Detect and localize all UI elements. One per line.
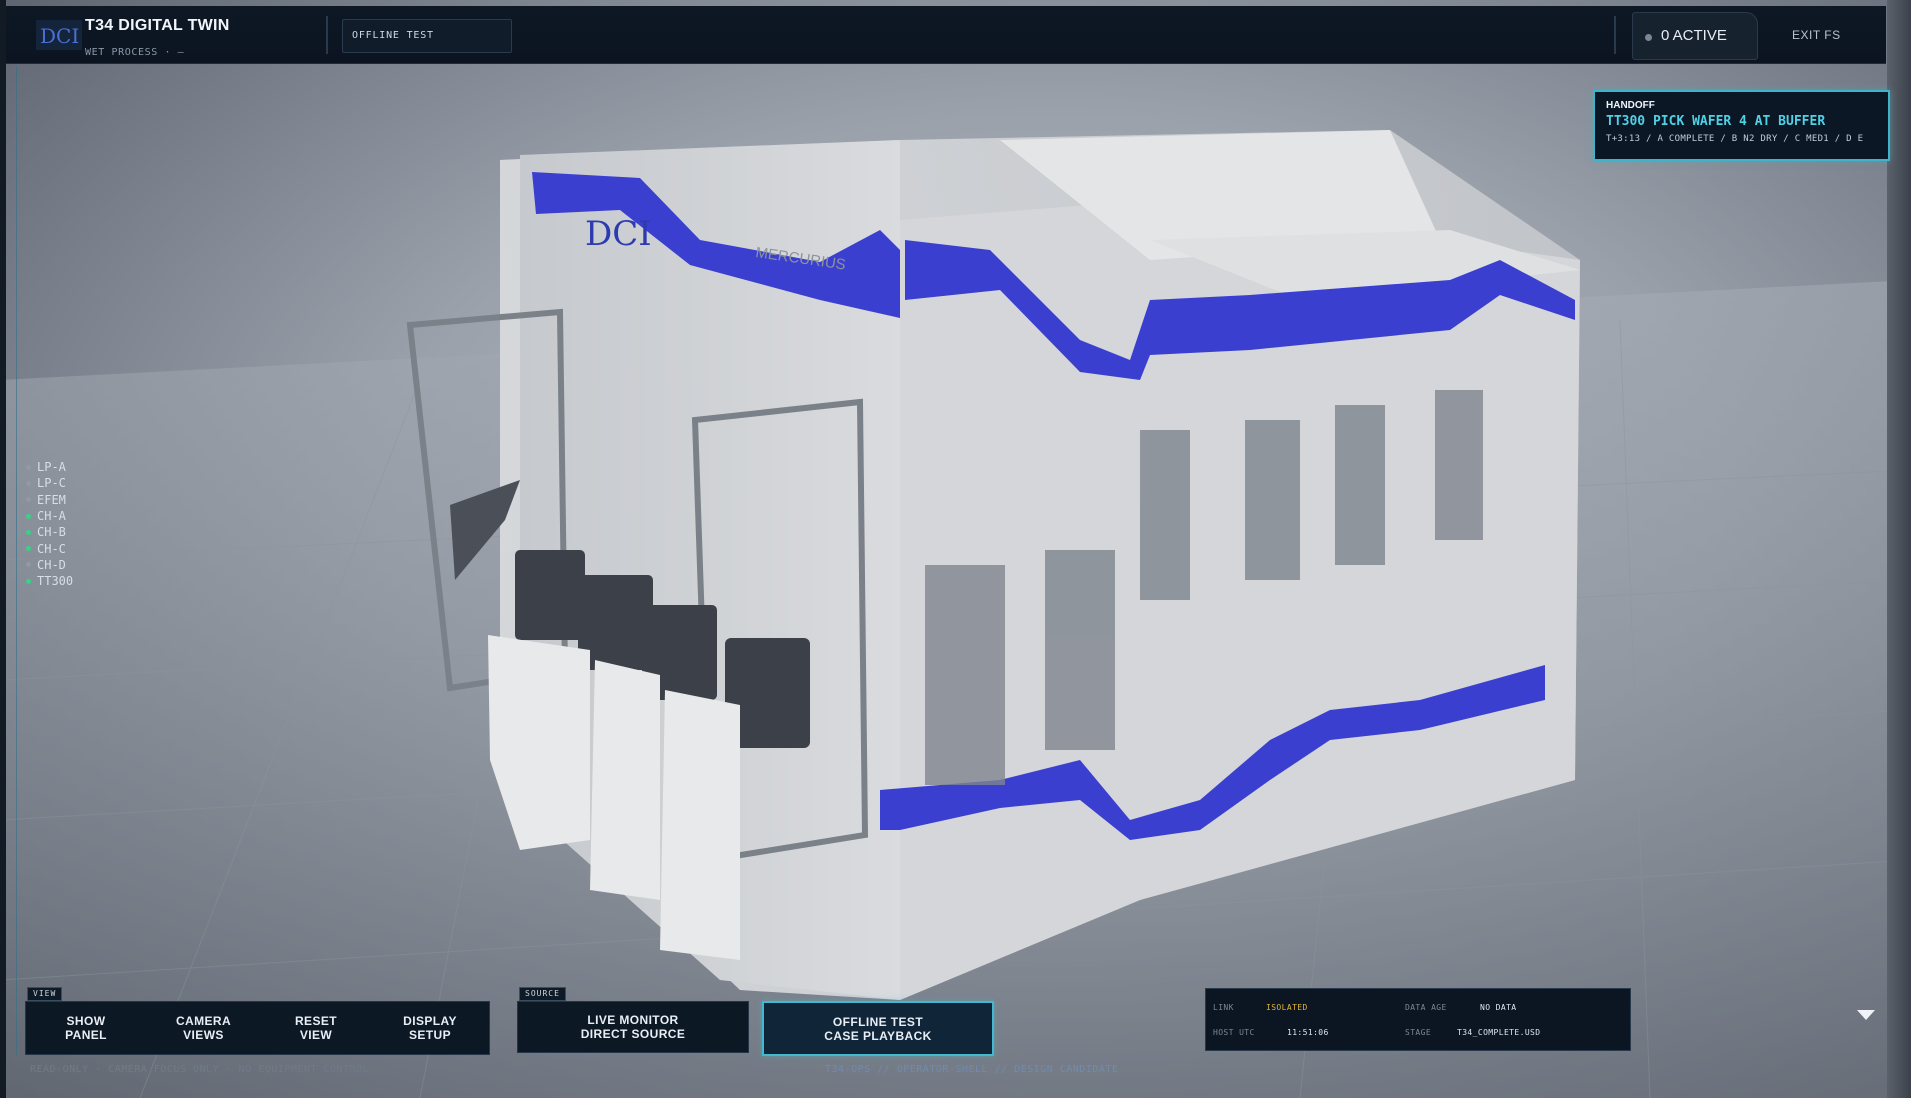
mode-indicator: OFFLINE TEST	[342, 19, 512, 53]
source-controls-group: LIVE MONITOR DIRECT SOURCE OFFLINE TEST CAS…	[517, 1001, 994, 1056]
view-tag: VIEW	[27, 987, 63, 1001]
header-divider	[326, 16, 328, 54]
status-panel: LINK ISOLATED DATA AGE NO DATA HOST UTC …	[1205, 988, 1631, 1051]
status-dot-icon	[26, 546, 31, 552]
station-legend: LP-A LP-C EFEM CH-A CH-B CH-C CH-D TT300	[26, 459, 73, 589]
legend-item-lp-a: LP-A	[26, 459, 73, 475]
app-subtitle: WET PROCESS · —	[85, 47, 185, 58]
svg-text:DCI: DCI	[40, 24, 79, 48]
status-dot-icon	[26, 480, 31, 486]
host-utc-value: 11:51:06	[1287, 1028, 1329, 1037]
button-label: OFFLINE TEST	[832, 1014, 924, 1029]
frame-accent-line	[16, 66, 17, 1056]
handoff-detail: T+3:13 / A COMPLETE / B N2 DRY / C MED1 …	[1606, 134, 1864, 144]
button-label: DISPLAY	[403, 1014, 457, 1028]
source-tag: SOURCE	[519, 987, 566, 1001]
3d-viewport[interactable]: DCI MERCURIUS	[0, 0, 1911, 1098]
status-dot-icon	[26, 513, 31, 519]
footer-readonly-note: READ-ONLY · CAMERA FOCUS ONLY · NO EQUIP…	[30, 1064, 370, 1075]
handoff-label: HANDOFF	[1606, 100, 1655, 111]
legend-item-label: EFEM	[37, 492, 66, 507]
status-dot-icon	[26, 529, 31, 535]
data-age-label: DATA AGE	[1405, 1003, 1447, 1012]
stage-value: T34_COMPLETE.USD	[1457, 1028, 1541, 1037]
legend-item-ch-a: CH-A	[26, 508, 73, 524]
offline-test-button[interactable]: OFFLINE TEST CASE PLAYBACK	[762, 1001, 994, 1056]
host-utc-label: HOST UTC	[1213, 1028, 1255, 1037]
button-label: VIEW	[299, 1028, 333, 1042]
header-divider-right	[1614, 16, 1616, 54]
footer-build-note: T34-OPS // OPERATOR-SHELL // DESIGN CAND…	[825, 1064, 1119, 1075]
legend-item-label: CH-A	[37, 509, 66, 524]
legend-item-tt300: TT300	[26, 573, 73, 589]
legend-item-efem: EFEM	[26, 492, 73, 508]
legend-item-label: LP-C	[37, 476, 66, 491]
legend-item-ch-b: CH-B	[26, 524, 73, 540]
stage-label: STAGE	[1405, 1028, 1432, 1037]
app-title: T34 DIGITAL TWIN	[85, 17, 230, 34]
view-controls-group: SHOW PANEL CAMERA VIEWS RESET VIEW DISPLAY SETU…	[25, 1001, 490, 1055]
exit-fullscreen-button[interactable]: EXIT FS	[1792, 28, 1841, 42]
link-label: LINK	[1213, 1003, 1234, 1012]
live-monitor-button[interactable]: LIVE MONITOR DIRECT SOURCE	[517, 1001, 749, 1053]
button-label: PANEL	[65, 1028, 107, 1042]
button-label: LIVE MONITOR	[587, 1013, 679, 1027]
legend-item-label: LP-A	[37, 460, 66, 475]
button-label: SHOW	[66, 1014, 106, 1028]
dci-logo-icon: DCI	[36, 20, 82, 50]
button-label: RESET	[294, 1014, 337, 1028]
display-setup-button[interactable]: DISPLAY SETUP	[371, 1002, 489, 1054]
mode-label: OFFLINE TEST	[352, 30, 434, 41]
data-age-value: NO DATA	[1480, 1003, 1517, 1012]
machine-logo: DCI	[585, 214, 652, 254]
top-bar: DCI T34 DIGITAL TWIN WET PROCESS · — OFF…	[6, 6, 1886, 64]
handoff-card: HANDOFF TT300 PICK WAFER 4 AT BUFFER T+3…	[1593, 90, 1890, 161]
legend-item-lp-c: LP-C	[26, 475, 73, 491]
frame-left-edge	[0, 0, 6, 1098]
status-dot-icon	[26, 464, 31, 470]
status-dot-icon	[26, 562, 31, 568]
button-label: CAMERA	[175, 1014, 232, 1028]
handoff-headline: TT300 PICK WAFER 4 AT BUFFER	[1606, 114, 1826, 129]
button-label: DIRECT SOURCE	[580, 1027, 686, 1041]
legend-item-label: CH-C	[37, 541, 66, 556]
status-dot-icon	[1645, 34, 1652, 41]
legend-item-label: CH-D	[37, 557, 66, 572]
legend-item-label: TT300	[37, 574, 74, 589]
legend-item-ch-d: CH-D	[26, 557, 73, 573]
show-panel-button[interactable]: SHOW PANEL	[26, 1002, 146, 1054]
active-count-label: 0 ACTIVE	[1661, 27, 1727, 44]
camera-views-button[interactable]: CAMERA VIEWS	[146, 1002, 261, 1054]
status-dot-icon	[26, 578, 31, 584]
legend-item-label: CH-B	[37, 525, 66, 540]
status-dot-icon	[26, 497, 31, 503]
frame-right-edge	[1887, 0, 1911, 1098]
button-label: VIEWS	[183, 1028, 224, 1042]
link-value: ISOLATED	[1266, 1003, 1308, 1012]
reset-view-button[interactable]: RESET VIEW	[261, 1002, 371, 1054]
button-label: SETUP	[408, 1028, 451, 1042]
chevron-down-icon[interactable]	[1857, 1010, 1875, 1020]
button-label: CASE PLAYBACK	[824, 1028, 932, 1043]
legend-item-ch-c: CH-C	[26, 540, 73, 556]
active-count-badge[interactable]: 0 ACTIVE	[1632, 12, 1758, 60]
scene-render: DCI MERCURIUS	[0, 130, 1911, 1098]
